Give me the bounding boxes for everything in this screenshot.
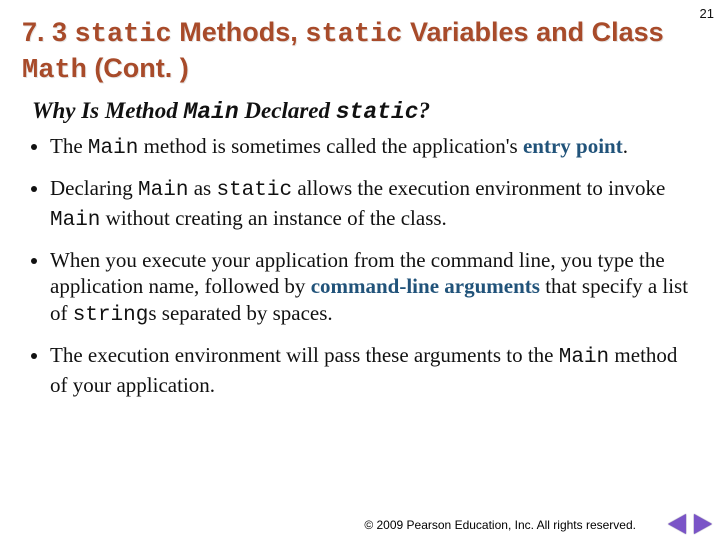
slide-title: 7. 3 static Methods, static Variables an… [22,16,698,88]
code-string: string [73,304,149,327]
title-keyword-math: Math [22,56,87,86]
title-text: Variables and Class [402,17,663,47]
copyright-footer: © 2009 Pearson Education, Inc. All right… [364,518,636,532]
list-item: When you execute your application from t… [50,247,698,331]
bullet-text: Declaring [50,176,138,200]
bullet-text: method is sometimes called the applicati… [138,134,523,158]
bullet-list: The Main method is sometimes called the … [50,133,698,399]
bullet-text: without creating an instance of the clas… [100,206,446,230]
copyright-text: 2009 Pearson Education, Inc. All rights … [373,518,636,532]
subhead-text: ? [419,98,431,123]
page-number: 21 [700,6,714,21]
bullet-text: The execution environment will pass thes… [50,343,559,367]
code-main: Main [559,346,609,369]
slide-nav [668,514,712,534]
title-text: Methods, [172,17,306,47]
list-item: Declaring Main as static allows the exec… [50,175,698,235]
bullet-text: allows the execution environment to invo… [292,176,665,200]
title-keyword-static-2: static [305,20,402,50]
bullet-text: s separated by spaces. [148,301,332,325]
term-command-line-arguments: command-line arguments [311,274,540,298]
title-text: 7. 3 [22,17,75,47]
term-entry-point: entry point [523,134,623,158]
subhead-text: Declared [239,98,336,123]
bullet-text: . [623,134,628,158]
slide-body: 7. 3 static Methods, static Variables an… [0,0,720,399]
next-slide-icon[interactable] [694,514,712,534]
subhead-text: Why Is Method [32,98,183,123]
copyright-symbol: © [364,518,373,532]
code-static: static [216,179,292,202]
subhead-keyword-static: static [336,99,419,125]
title-keyword-static-1: static [75,20,172,50]
bullet-text: as [188,176,216,200]
subhead-keyword-main: Main [183,99,238,125]
prev-slide-icon[interactable] [668,514,686,534]
list-item: The execution environment will pass thes… [50,342,698,399]
bullet-text: The [50,134,88,158]
title-text: (Cont. ) [87,53,189,83]
list-item: The Main method is sometimes called the … [50,133,698,163]
section-subheading: Why Is Method Main Declared static? [32,98,698,125]
code-main: Main [50,209,100,232]
code-main: Main [138,179,188,202]
code-main: Main [88,137,138,160]
